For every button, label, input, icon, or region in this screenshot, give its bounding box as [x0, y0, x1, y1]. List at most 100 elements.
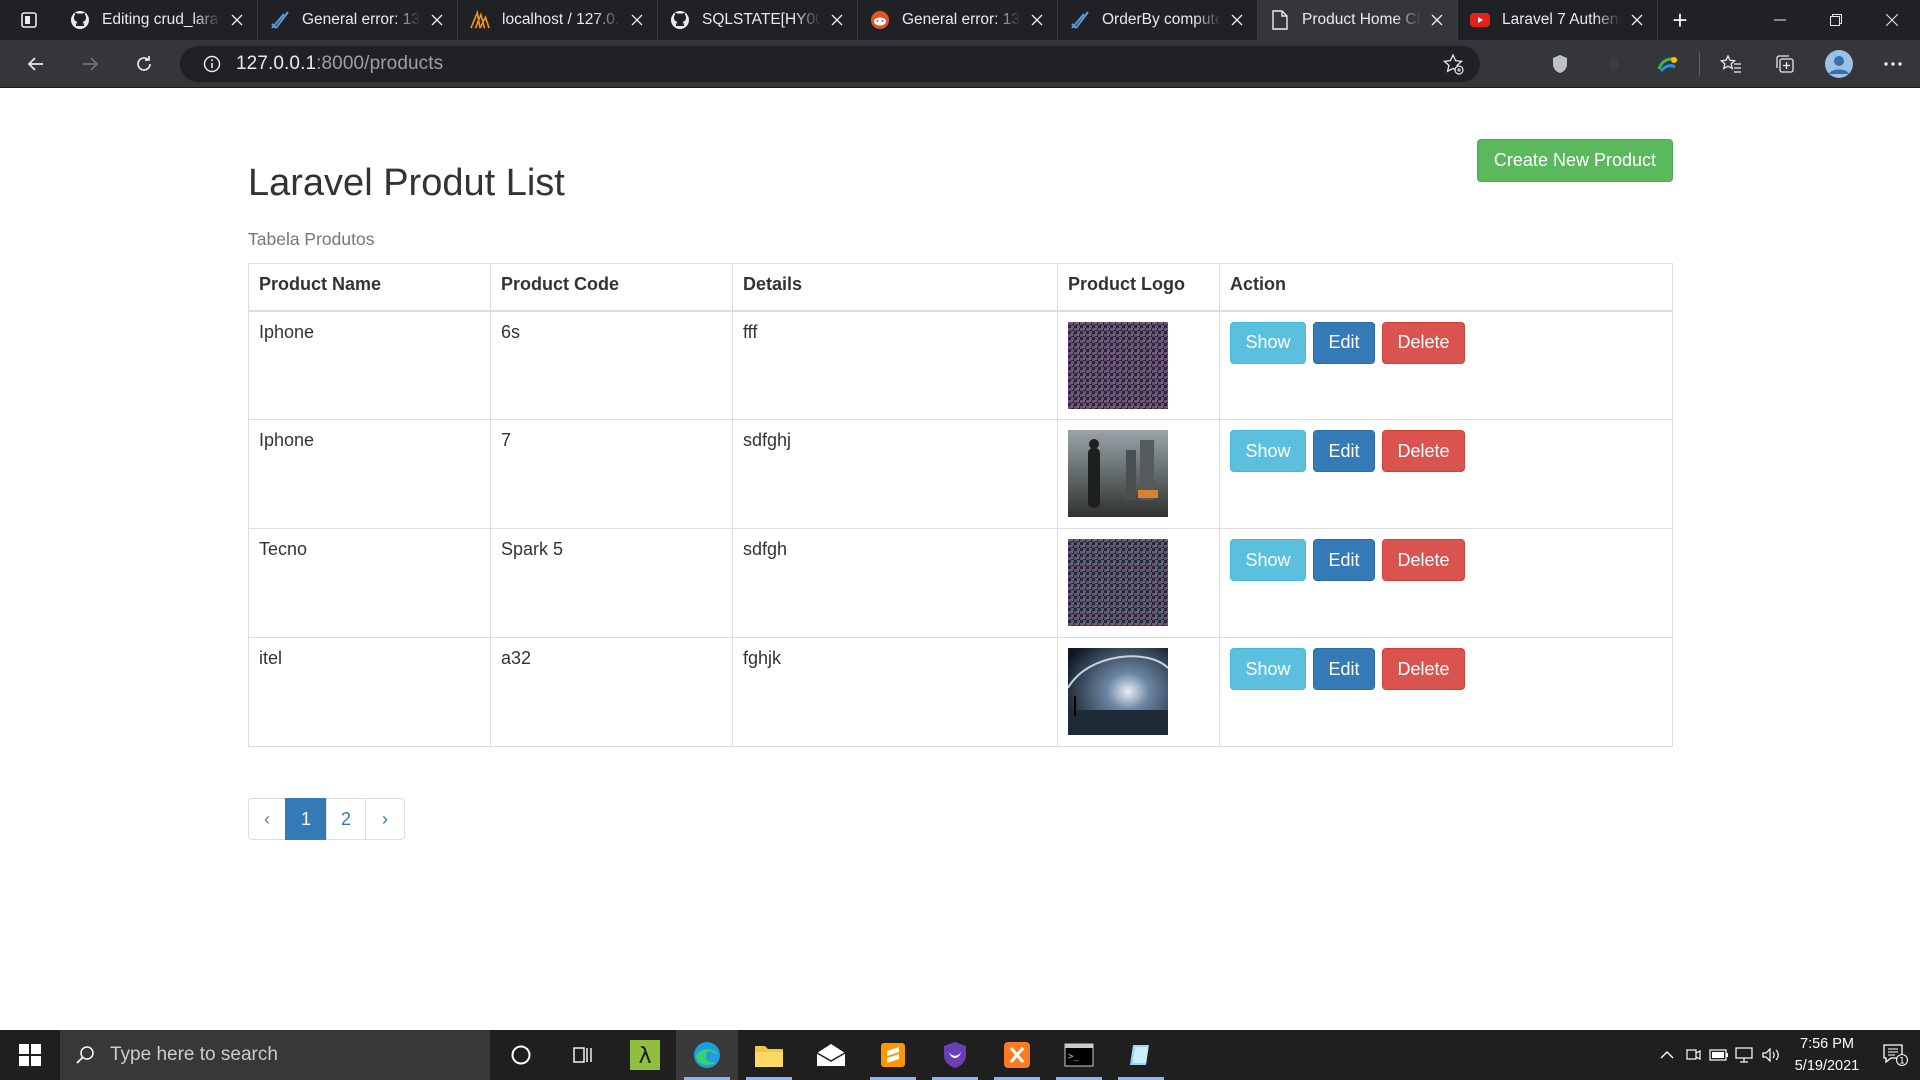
start-button[interactable] [0, 1030, 60, 1080]
edit-button[interactable]: Edit [1313, 321, 1376, 364]
restore-button[interactable] [1808, 0, 1864, 40]
tab-close-button[interactable] [827, 10, 847, 30]
pagination: ‹ 1 2 › [248, 798, 405, 840]
page-icon [1270, 10, 1290, 30]
close-window-button[interactable] [1864, 0, 1920, 40]
tab-actions-button[interactable] [0, 0, 58, 40]
new-tab-button[interactable]: + [1658, 0, 1702, 40]
table-row: Iphone 6s fff Show Edit Delete [248, 310, 1673, 420]
edit-button[interactable]: Edit [1313, 430, 1376, 472]
minimize-icon [1774, 19, 1786, 21]
browser-tab[interactable]: General error: 1364 [258, 0, 458, 40]
cell-product-logo [1057, 637, 1220, 747]
close-icon [1886, 14, 1898, 26]
tab-close-button[interactable] [1027, 10, 1047, 30]
taskbar-notes-app[interactable] [1110, 1030, 1172, 1080]
tab-close-button[interactable] [1227, 10, 1247, 30]
extension-icon[interactable] [1587, 40, 1641, 88]
task-view-button[interactable] [552, 1030, 614, 1080]
refresh-button[interactable] [122, 44, 166, 84]
browser-tab[interactable]: SQLSTATE[HY000] [658, 0, 858, 40]
pagination-page-2[interactable]: 2 [326, 798, 366, 840]
address-bar[interactable]: 127.0.0.1:8000/products [180, 46, 1480, 82]
privacy-shield-icon [944, 1042, 966, 1068]
taskbar-lambda-app[interactable]: λ [614, 1030, 676, 1080]
favorites-icon[interactable] [1704, 40, 1758, 88]
tab-close-button[interactable] [227, 10, 247, 30]
product-logo-image [1068, 539, 1209, 626]
taskbar-xampp-app[interactable] [986, 1030, 1048, 1080]
volume-icon[interactable] [1758, 1030, 1784, 1080]
taskbar-search[interactable]: Type here to search [60, 1030, 490, 1080]
svg-text:λ: λ [638, 1044, 651, 1069]
create-new-product-button[interactable]: Create New Product [1476, 139, 1673, 182]
browser-tab[interactable]: OrderBy computed [1058, 0, 1258, 40]
browser-toolbar: 127.0.0.1:8000/products [0, 40, 1920, 88]
xampp-icon [1004, 1042, 1030, 1068]
browser-tab[interactable]: Product Home CRUD [1258, 0, 1458, 40]
cell-product-logo [1057, 528, 1220, 638]
toolbar-separator [1699, 52, 1700, 76]
network-icon[interactable] [1732, 1030, 1758, 1080]
delete-button[interactable]: Delete [1382, 321, 1466, 364]
taskbar-terminal-app[interactable]: >_ [1048, 1030, 1110, 1080]
show-button[interactable]: Show [1230, 321, 1306, 364]
add-favorite-icon[interactable] [1442, 53, 1464, 80]
cell-product-logo [1057, 419, 1220, 529]
collections-icon[interactable] [1758, 40, 1812, 88]
delete-button[interactable]: Delete [1382, 539, 1466, 581]
profile-avatar[interactable] [1812, 40, 1866, 88]
forward-button[interactable] [68, 44, 112, 84]
url-host: 127.0.0.1 [236, 53, 317, 74]
folder-icon [755, 1046, 783, 1067]
pagination-page-1[interactable]: 1 [285, 798, 327, 840]
edit-button[interactable]: Edit [1313, 539, 1376, 581]
delete-button[interactable]: Delete [1382, 430, 1466, 472]
browser-tab[interactable]: General error: 1364 [858, 0, 1058, 40]
tab-close-button[interactable] [1627, 10, 1647, 30]
edit-button[interactable]: Edit [1313, 648, 1376, 690]
site-info-icon[interactable] [194, 55, 230, 73]
cortana-button[interactable] [490, 1030, 552, 1080]
browser-tab[interactable]: Editing crud_laravel [58, 0, 258, 40]
pagination-prev[interactable]: ‹ [248, 798, 286, 840]
header-action: Action [1219, 263, 1673, 312]
tab-close-button[interactable] [427, 10, 447, 30]
tab-title: Editing crud_laravel [102, 11, 221, 28]
show-button[interactable]: Show [1230, 430, 1306, 472]
show-button[interactable]: Show [1230, 539, 1306, 581]
cell-action: Show Edit Delete [1219, 310, 1673, 420]
minimize-button[interactable] [1752, 0, 1808, 40]
close-icon [1231, 14, 1243, 26]
color-extension-icon[interactable] [1641, 40, 1695, 88]
refresh-icon [137, 55, 151, 71]
tab-actions-icon [21, 12, 37, 28]
browser-tab[interactable]: localhost / 127.0.0.1 [458, 0, 658, 40]
meet-now-icon[interactable] [1680, 1030, 1706, 1080]
show-button[interactable]: Show [1230, 648, 1306, 690]
taskbar-edge-app[interactable] [676, 1030, 738, 1080]
show-hidden-icons[interactable] [1654, 1030, 1680, 1080]
table-header-row: Product Name Product Code Details Produc… [248, 263, 1673, 312]
battery-icon[interactable] [1706, 1030, 1732, 1080]
url-path: :8000/products [316, 53, 444, 74]
tab-close-button[interactable] [627, 10, 647, 30]
taskbar-shield-app[interactable] [924, 1030, 986, 1080]
cell-product-code: 7 [490, 419, 733, 529]
back-button[interactable] [14, 44, 58, 84]
delete-button[interactable]: Delete [1382, 648, 1466, 690]
cell-product-code: Spark 5 [490, 528, 733, 638]
taskbar-file-explorer[interactable] [738, 1030, 800, 1080]
more-menu-icon[interactable] [1866, 40, 1920, 88]
taskbar-sublime-app[interactable] [862, 1030, 924, 1080]
browser-tab[interactable]: Laravel 7 Authentication [1458, 0, 1658, 40]
lambda-app-icon: λ [630, 1040, 660, 1070]
restore-icon [1830, 14, 1842, 26]
product-logo-image [1068, 430, 1209, 517]
taskbar-mail-app[interactable] [800, 1030, 862, 1080]
tab-close-button[interactable] [1427, 10, 1447, 30]
notification-center-button[interactable]: 1 [1870, 1030, 1920, 1080]
clock[interactable]: 7:56 PM 5/19/2021 [1784, 1033, 1870, 1077]
shield-extension-icon[interactable] [1533, 40, 1587, 88]
pagination-next[interactable]: › [365, 798, 405, 840]
